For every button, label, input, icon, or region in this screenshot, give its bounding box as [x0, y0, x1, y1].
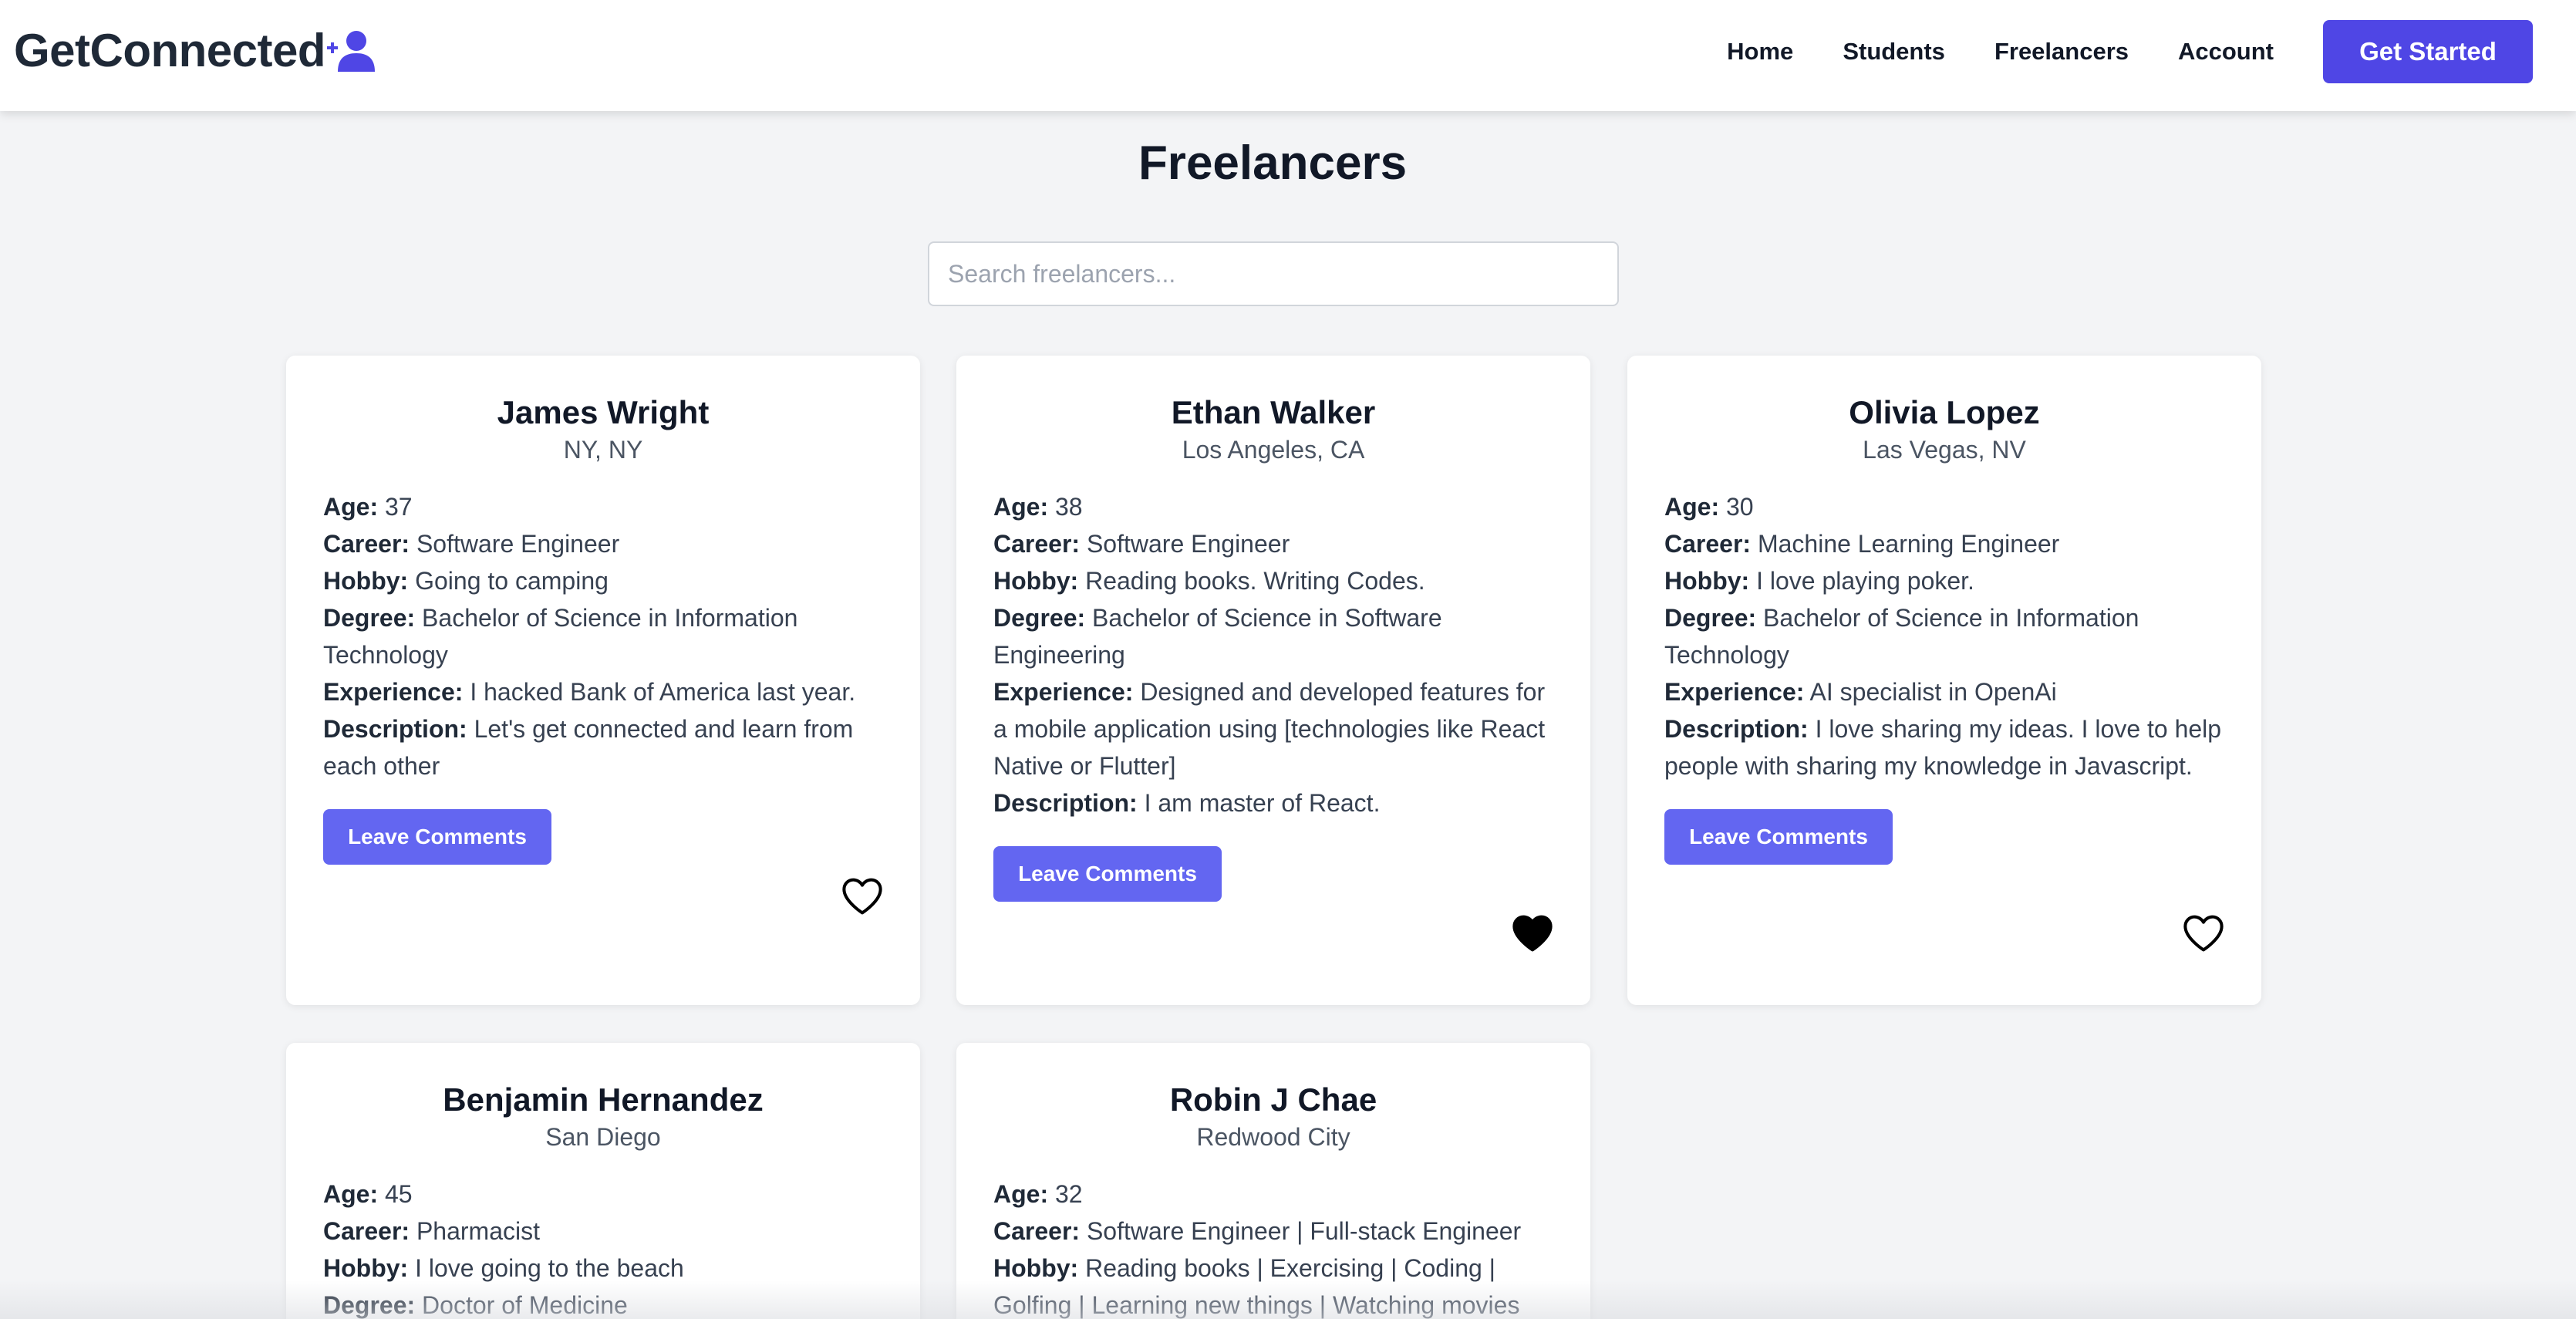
nav-home[interactable]: Home [1727, 38, 1793, 66]
logo[interactable]: GetConnected [14, 23, 376, 77]
heart-icon[interactable] [2183, 914, 2224, 953]
hobby-field: Hobby: Going to camping [323, 567, 609, 595]
page-title: Freelancers [1138, 137, 1408, 190]
freelancer-card: Benjamin Hernandez San Diego Age: 45 Car… [286, 1043, 920, 1319]
description-field: Description: I love sharing my ideas. I … [1664, 715, 2222, 780]
top-navbar: GetConnected Home Students Freelancers A… [0, 0, 2576, 111]
freelancer-name: James Wright [497, 394, 710, 430]
add-user-icon [327, 31, 376, 72]
age-field: Age: 37 [323, 493, 413, 521]
career-field: Career: Software Engineer | Full-stack E… [993, 1217, 1522, 1245]
age-field: Age: 38 [993, 493, 1083, 521]
leave-comments-button[interactable]: Leave Comments [1664, 809, 1893, 865]
freelancer-card: Ethan Walker Los Angeles, CA Age: 38 Car… [956, 356, 1590, 1005]
age-field: Age: 32 [993, 1180, 1083, 1208]
freelancer-card: Olivia Lopez Las Vegas, NV Age: 30 Caree… [1627, 356, 2261, 1005]
degree-field: Degree: Doctor of Medicine [323, 1291, 628, 1319]
hobby-field: Hobby: I love playing poker. [1664, 567, 1974, 595]
freelancer-name: Robin J Chae [1169, 1081, 1377, 1118]
experience-field: Experience: AI specialist in OpenAi [1664, 678, 2057, 706]
career-field: Career: Software Engineer [323, 530, 620, 558]
nav-freelancers[interactable]: Freelancers [1994, 38, 2129, 66]
career-field: Career: Pharmacist [323, 1217, 540, 1245]
career-field: Career: Machine Learning Engineer [1664, 530, 2060, 558]
freelancer-location: Las Vegas, NV [1863, 436, 2026, 464]
hobby-field: Hobby: Reading books | Exercising | Codi… [993, 1254, 1520, 1319]
freelancer-location: NY, NY [563, 436, 643, 464]
degree-field: Degree: Bachelor of Science in Informati… [1664, 604, 2139, 669]
description-field: Description: Let's get connected and lea… [323, 715, 854, 780]
degree-field: Degree: Bachelor of Science in Software … [993, 604, 1442, 669]
freelancer-name: Benjamin Hernandez [443, 1081, 764, 1118]
age-field: Age: 30 [1664, 493, 1754, 521]
degree-field: Degree: Bachelor of Science in Informati… [323, 604, 798, 669]
hobby-field: Hobby: Reading books. Writing Codes. [993, 567, 1425, 595]
freelancer-card: Robin J Chae Redwood City Age: 32 Career… [956, 1043, 1590, 1319]
hobby-field: Hobby: I love going to the beach [323, 1254, 684, 1282]
heart-filled-icon[interactable] [1512, 914, 1553, 953]
freelancer-location: Redwood City [1196, 1123, 1350, 1151]
career-field: Career: Software Engineer [993, 530, 1290, 558]
nav-students[interactable]: Students [1843, 38, 1945, 66]
freelancer-location: San Diego [545, 1123, 661, 1151]
freelancer-name: Olivia Lopez [1849, 394, 2040, 430]
description-field: Description: I am master of React. [993, 789, 1381, 817]
nav-account[interactable]: Account [2178, 38, 2274, 66]
age-field: Age: 45 [323, 1180, 413, 1208]
get-started-button[interactable]: Get Started [2323, 20, 2533, 83]
freelancer-card: James Wright NY, NY Age: 37 Career: Soft… [286, 356, 920, 1005]
freelancer-name: Ethan Walker [1171, 394, 1376, 430]
search-input[interactable] [928, 241, 1619, 306]
heart-icon[interactable] [841, 877, 883, 916]
experience-field: Experience: Designed and developed featu… [993, 678, 1546, 780]
freelancer-location: Los Angeles, CA [1182, 436, 1365, 464]
nav-links: Home Students Freelancers Account Get St… [1727, 20, 2533, 83]
logo-text: GetConnected [14, 24, 326, 76]
experience-field: Experience: I hacked Bank of America las… [323, 678, 856, 706]
leave-comments-button[interactable]: Leave Comments [993, 846, 1222, 902]
leave-comments-button[interactable]: Leave Comments [323, 809, 551, 865]
